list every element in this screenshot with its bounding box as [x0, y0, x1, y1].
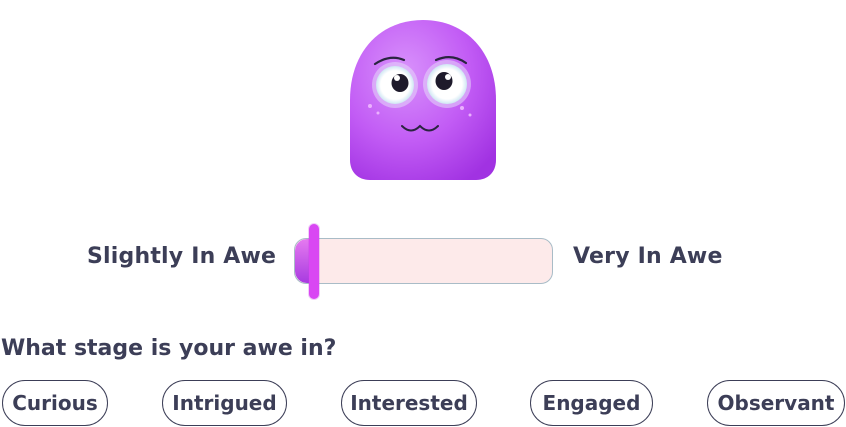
option-intrigued-button[interactable]: Intrigued — [162, 380, 287, 426]
purple-blob-mascot-icon — [350, 20, 496, 180]
option-interested-button[interactable]: Interested — [341, 380, 477, 426]
option-curious-button[interactable]: Curious — [2, 380, 108, 426]
option-observant-button[interactable]: Observant — [707, 380, 845, 426]
awe-slider-thumb[interactable] — [309, 224, 319, 299]
slider-max-label: Very In Awe — [573, 244, 723, 269]
option-engaged-button[interactable]: Engaged — [530, 380, 653, 426]
question-text: What stage is your awe in? — [1, 336, 337, 361]
slider-min-label: Slightly In Awe — [87, 244, 277, 269]
awe-slider-track[interactable] — [294, 238, 553, 284]
mascot-illustration — [348, 20, 498, 182]
